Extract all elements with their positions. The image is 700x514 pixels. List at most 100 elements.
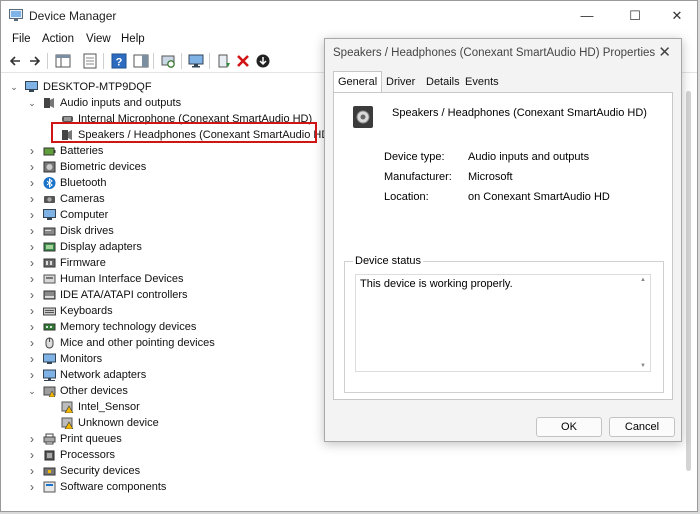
dialog-close-button[interactable]: ✕: [658, 43, 671, 61]
toolbar-separator: [209, 53, 210, 69]
chevron-right-icon[interactable]: ›: [27, 319, 37, 335]
disk-icon: [43, 227, 56, 236]
show-hide-console-tree-icon[interactable]: [54, 52, 72, 70]
minimize-button[interactable]: —: [567, 5, 607, 27]
maximize-button[interactable]: ☐: [615, 5, 655, 27]
tree-item[interactable]: › Processors: [1, 447, 661, 463]
other-devices-icon: [43, 386, 56, 397]
tab-details[interactable]: Details: [422, 74, 464, 93]
device-type-label: Device type:: [384, 151, 445, 163]
svg-text:?: ?: [116, 57, 123, 69]
tree-item-label: Unknown device: [78, 417, 159, 429]
tree-item-label: Disk drives: [60, 225, 114, 237]
chevron-right-icon[interactable]: ›: [27, 431, 37, 447]
device-status-label: Device status: [353, 255, 424, 267]
tab-events[interactable]: Events: [461, 74, 503, 93]
memory-icon: [43, 323, 56, 331]
chevron-right-icon[interactable]: ›: [27, 223, 37, 239]
properties-icon[interactable]: [81, 52, 99, 70]
action-pane-icon[interactable]: [132, 52, 150, 70]
tree-item-label: Security devices: [60, 465, 141, 477]
speaker-icon: [44, 98, 54, 108]
tree-item[interactable]: › Security devices: [1, 463, 661, 479]
chevron-right-icon[interactable]: ›: [27, 159, 37, 175]
scroll-down-arrow-icon[interactable]: ▼: [638, 363, 648, 369]
ide-icon: [43, 290, 56, 300]
scroll-up-arrow-icon[interactable]: ▲: [638, 277, 648, 283]
chevron-right-icon[interactable]: ›: [27, 335, 37, 351]
tree-item-label: IDE ATA/ATAPI controllers: [60, 289, 188, 301]
chevron-down-icon[interactable]: ⌄: [27, 383, 37, 399]
chevron-right-icon[interactable]: ›: [27, 463, 37, 479]
status-scrollbar[interactable]: ▲ ▼: [638, 277, 648, 369]
tab-driver[interactable]: Driver: [382, 74, 419, 93]
help-icon[interactable]: ?: [110, 52, 128, 70]
chevron-right-icon[interactable]: ›: [27, 479, 37, 495]
window-title: Device Manager: [29, 9, 117, 23]
menu-file[interactable]: File: [12, 33, 31, 45]
monitor-icon[interactable]: [187, 52, 205, 70]
tree-item-label: Intel_Sensor: [78, 401, 140, 413]
toolbar-separator: [103, 53, 104, 69]
ok-button[interactable]: OK: [536, 417, 602, 437]
keyboard-icon: [43, 307, 56, 316]
close-button[interactable]: ✕: [657, 5, 697, 27]
mouse-icon: [45, 337, 54, 349]
toolbar-separator: [47, 53, 48, 69]
chevron-down-icon[interactable]: ⌄: [27, 95, 37, 111]
chevron-right-icon[interactable]: ›: [27, 239, 37, 255]
forward-arrow-icon[interactable]: [25, 52, 43, 70]
uninstall-device-icon[interactable]: [234, 52, 252, 70]
chevron-right-icon[interactable]: ›: [27, 271, 37, 287]
manufacturer-label: Manufacturer:: [384, 171, 452, 183]
chevron-right-icon[interactable]: ›: [27, 303, 37, 319]
monitor-icon: [43, 353, 56, 364]
chevron-right-icon[interactable]: ›: [27, 143, 37, 159]
computer-icon: [25, 81, 38, 92]
menu-action[interactable]: Action: [42, 33, 74, 45]
cancel-button[interactable]: Cancel: [609, 417, 675, 437]
chevron-right-icon[interactable]: ›: [27, 207, 37, 223]
location-label: Location:: [384, 191, 429, 203]
network-icon: [43, 369, 56, 381]
device-manager-icon: [9, 9, 23, 21]
device-status-textbox[interactable]: This device is working properly. ▲ ▼: [355, 274, 651, 372]
chevron-right-icon[interactable]: ›: [27, 175, 37, 191]
selected-item-highlight: [51, 122, 317, 143]
tree-item-label: Memory technology devices: [60, 321, 197, 333]
tree-item-label: Cameras: [60, 193, 105, 205]
location-value: on Conexant SmartAudio HD: [468, 191, 610, 203]
chevron-right-icon[interactable]: ›: [27, 191, 37, 207]
hid-icon: [43, 274, 56, 284]
menu-view[interactable]: View: [86, 33, 111, 45]
chevron-right-icon[interactable]: ›: [27, 351, 37, 367]
chevron-right-icon[interactable]: ›: [27, 287, 37, 303]
chevron-right-icon[interactable]: ›: [27, 367, 37, 383]
chevron-right-icon[interactable]: ›: [27, 255, 37, 271]
tree-item[interactable]: › Software components: [1, 479, 661, 495]
vertical-scrollbar[interactable]: [683, 75, 693, 511]
disable-device-icon[interactable]: [254, 52, 272, 70]
update-driver-icon[interactable]: [215, 52, 233, 70]
toolbar-separator: [153, 53, 154, 69]
camera-icon: [44, 196, 55, 203]
battery-icon: [43, 147, 56, 156]
tree-item-label: Mice and other pointing devices: [60, 337, 215, 349]
tree-item-label: Batteries: [60, 145, 104, 157]
back-arrow-icon[interactable]: [7, 52, 25, 70]
tab-general[interactable]: General: [333, 71, 383, 93]
tree-item-label: Human Interface Devices: [60, 273, 184, 285]
tree-item-label: Bluetooth: [60, 177, 107, 189]
chevron-down-icon[interactable]: ⌄: [9, 79, 19, 95]
menu-help[interactable]: Help: [121, 33, 145, 45]
scan-hardware-icon[interactable]: [159, 52, 177, 70]
chevron-right-icon[interactable]: ›: [27, 447, 37, 463]
tree-item-label: Network adapters: [60, 369, 147, 381]
tree-root[interactable]: ⌄ DESKTOP-MTP9DQF: [1, 79, 301, 95]
device-status-text: This device is working properly.: [360, 278, 513, 290]
display-icon: [43, 242, 56, 252]
tree-item-label: Computer: [60, 209, 109, 221]
scrollbar-thumb[interactable]: [686, 91, 691, 471]
tree-item-label: Software components: [60, 481, 167, 493]
tree-item-label: Print queues: [60, 433, 122, 445]
